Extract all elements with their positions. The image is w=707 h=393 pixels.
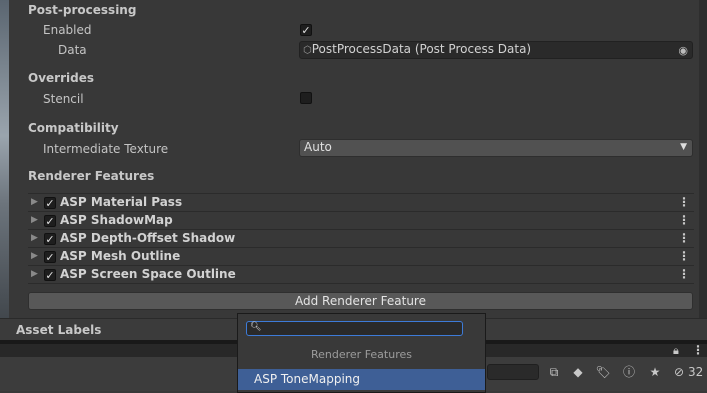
- intermediate-texture-dropdown[interactable]: Auto ▼: [299, 139, 693, 157]
- feature-checkbox[interactable]: ✓: [44, 197, 56, 209]
- data-object-value: PostProcessData (Post Process Data): [311, 42, 532, 56]
- expand-triangle-icon[interactable]: ▶: [31, 233, 38, 243]
- inspector-scrollbar[interactable]: [699, 0, 707, 318]
- more-options-icon[interactable]: ⋮: [692, 343, 704, 357]
- renderer-feature-row[interactable]: ▶ ✓ ASP ShadowMap ⋮: [28, 212, 694, 230]
- chevron-down-icon: ▼: [680, 142, 687, 152]
- scene-view-edge: [0, 0, 9, 340]
- lock-icon[interactable]: 🔒︎: [673, 344, 679, 358]
- intermediate-texture-label: Intermediate Texture: [43, 142, 169, 156]
- compatibility-heading: Compatibility: [28, 121, 119, 135]
- data-label: Data: [58, 43, 87, 57]
- search-icon: 🔍︎: [250, 322, 262, 332]
- feature-name: ASP Screen Space Outline: [60, 267, 236, 281]
- feature-name: ASP Mesh Outline: [60, 249, 181, 263]
- scriptable-object-icon: ⬡: [303, 45, 312, 56]
- stencil-checkbox[interactable]: [300, 92, 312, 104]
- object-picker-icon[interactable]: ◉: [678, 43, 688, 58]
- enabled-checkbox[interactable]: ✓: [300, 24, 312, 36]
- feature-checkbox[interactable]: ✓: [44, 233, 56, 245]
- feature-name: ASP Material Pass: [60, 195, 183, 209]
- expand-triangle-icon[interactable]: ▶: [31, 251, 38, 261]
- stencil-label: Stencil: [43, 92, 84, 106]
- filter-by-type-icon[interactable]: ◆: [570, 364, 586, 380]
- enabled-label: Enabled: [43, 23, 92, 37]
- expand-triangle-icon[interactable]: ▶: [31, 197, 38, 207]
- feature-checkbox[interactable]: ✓: [44, 251, 56, 263]
- log-icon[interactable]: ⓘ: [621, 364, 637, 380]
- add-renderer-feature-popup: 🔍︎ Renderer Features ASP ToneMapping: [237, 313, 486, 393]
- kebab-menu-icon[interactable]: ⋮: [678, 267, 690, 281]
- data-object-field[interactable]: ⬡PostProcessData (Post Process Data) ◉: [299, 41, 693, 59]
- feature-checkbox[interactable]: ✓: [44, 269, 56, 281]
- asset-labels-heading: Asset Labels: [16, 323, 102, 337]
- project-search-field[interactable]: [487, 364, 539, 380]
- popup-search-input[interactable]: [261, 322, 459, 335]
- add-renderer-feature-button[interactable]: Add Renderer Feature: [28, 292, 693, 310]
- renderer-features-heading: Renderer Features: [28, 169, 155, 183]
- kebab-menu-icon[interactable]: ⋮: [678, 213, 690, 227]
- kebab-menu-icon[interactable]: ⋮: [678, 231, 690, 245]
- filter-by-label-icon[interactable]: 🏷︎: [595, 364, 611, 380]
- open-window-icon[interactable]: ⧉: [546, 364, 562, 380]
- feature-checkbox[interactable]: ✓: [44, 215, 56, 227]
- renderer-feature-row[interactable]: ▶ ✓ ASP Material Pass ⋮: [28, 194, 694, 212]
- overrides-heading: Overrides: [28, 71, 94, 85]
- expand-triangle-icon[interactable]: ▶: [31, 269, 38, 279]
- kebab-menu-icon[interactable]: ⋮: [678, 195, 690, 209]
- feature-name: ASP ShadowMap: [60, 213, 173, 227]
- hidden-packages-icon[interactable]: ⊘: [672, 364, 686, 380]
- kebab-menu-icon[interactable]: ⋮: [678, 249, 690, 263]
- popup-item-asp-tonemapping[interactable]: ASP ToneMapping: [238, 369, 485, 390]
- renderer-feature-row[interactable]: ▶ ✓ ASP Screen Space Outline ⋮: [28, 266, 694, 284]
- hidden-packages-count: 32: [688, 365, 704, 379]
- renderer-feature-row[interactable]: ▶ ✓ ASP Depth-Offset Shadow ⋮: [28, 230, 694, 248]
- renderer-feature-row[interactable]: ▶ ✓ ASP Mesh Outline ⋮: [28, 248, 694, 266]
- feature-name: ASP Depth-Offset Shadow: [60, 231, 236, 245]
- expand-triangle-icon[interactable]: ▶: [31, 215, 38, 225]
- popup-header: Renderer Features: [310, 348, 412, 361]
- favorite-star-icon[interactable]: ★: [647, 364, 663, 380]
- post-processing-heading: Post-processing: [28, 3, 137, 17]
- intermediate-texture-value: Auto: [304, 140, 332, 154]
- popup-search-field[interactable]: 🔍︎: [246, 321, 463, 336]
